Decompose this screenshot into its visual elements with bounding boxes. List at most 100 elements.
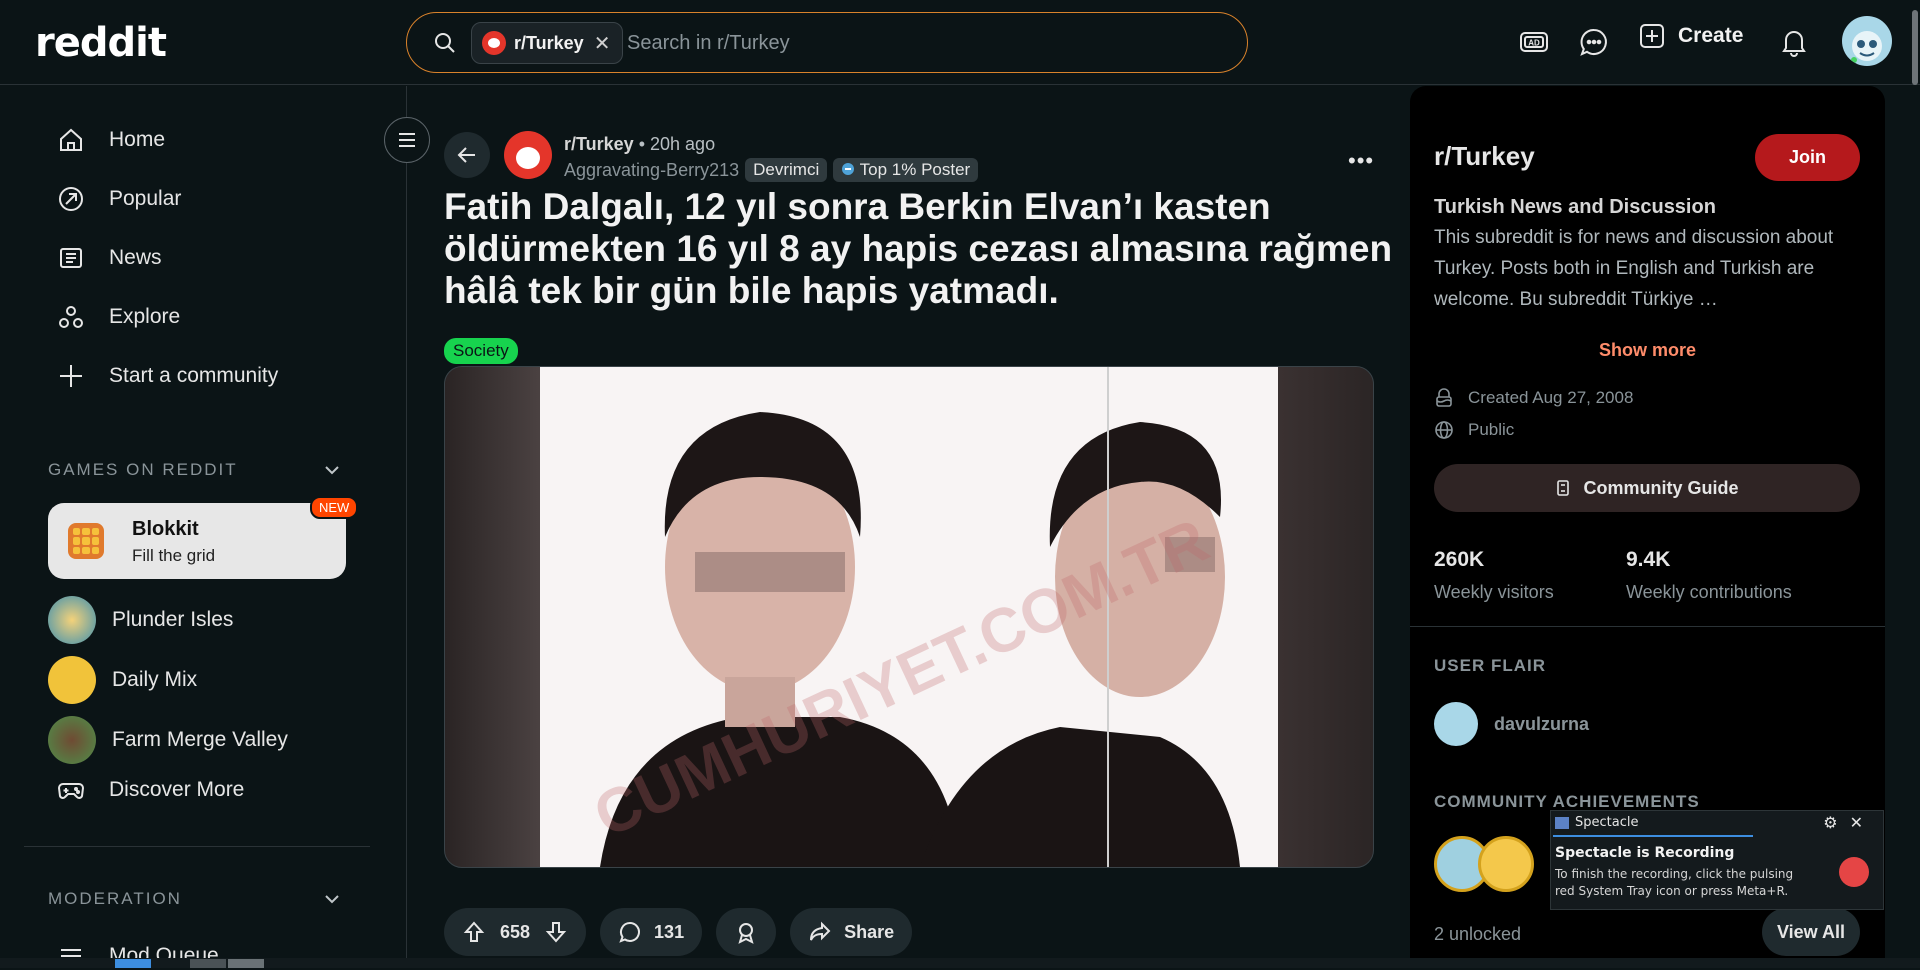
game-label: Daily Mix [112, 668, 198, 691]
search-chip-label: r/Turkey [514, 32, 584, 53]
popular-icon [59, 187, 83, 211]
post-options-button[interactable]: ••• [1348, 148, 1374, 174]
spectacle-app-label: Spectacle [1555, 815, 1638, 830]
advertise-icon[interactable]: AD [1518, 26, 1550, 58]
post-title: Fatih Dalgalı, 12 yıl sonra Berkin Elvan… [444, 186, 1393, 311]
game-subtitle: Fill the grid [132, 546, 216, 565]
post-action-bar: 658 131 Share [444, 908, 913, 956]
user-flair-avatar [1434, 702, 1478, 746]
gamepad-icon [57, 783, 85, 799]
game-daily-mix[interactable]: Daily Mix [48, 656, 197, 704]
game-plunder-isles[interactable]: Plunder Isles [48, 596, 233, 644]
reddit-logo[interactable]: reddit [35, 20, 167, 66]
blokkit-icon [68, 523, 104, 559]
post-time: 20h ago [650, 134, 716, 154]
comment-count: 131 [654, 921, 685, 942]
avatar-snoo-icon [1851, 31, 1882, 63]
community-name[interactable]: r/Turkey [1434, 141, 1535, 172]
recording-indicator-icon[interactable] [1839, 857, 1869, 887]
award-button[interactable] [716, 908, 777, 956]
achievements-heading: COMMUNITY ACHIEVEMENTS [1434, 792, 1700, 811]
games-section-heading[interactable]: GAMES ON REDDIT [48, 460, 238, 480]
game-blokkit[interactable]: Blokkit Fill the grid [48, 503, 346, 579]
cake-icon [1436, 388, 1452, 407]
sidebar-divider [1410, 626, 1885, 627]
achievements-unlocked: 2 unlocked [1434, 924, 1522, 944]
taskbar-item[interactable] [228, 959, 264, 968]
post-image-container[interactable]: CUMHURIYET.COM.TR [444, 366, 1374, 868]
nav-label: News [109, 246, 162, 269]
notification-controls[interactable]: ⚙✕ [1823, 813, 1875, 832]
nav-label: Popular [109, 187, 182, 210]
share-label: Share [844, 921, 895, 942]
explore-icon [59, 306, 83, 328]
user-flair-heading: USER FLAIR [1434, 656, 1546, 675]
close-icon[interactable]: ✕ [594, 31, 611, 56]
subreddit-icon [482, 31, 506, 55]
farm-merge-valley-icon [48, 716, 96, 764]
downvote-icon[interactable] [544, 920, 568, 944]
search-input[interactable]: Search in r/Turkey [627, 32, 790, 55]
plunder-isles-icon [48, 596, 96, 644]
community-visibility: Public [1434, 420, 1514, 440]
chevron-down-icon[interactable] [322, 889, 342, 909]
upvote-icon[interactable] [462, 920, 486, 944]
page-scrollbar[interactable] [1912, 10, 1918, 85]
show-more-button[interactable]: Show more [1410, 340, 1885, 361]
nav-label: Explore [109, 305, 181, 328]
taskbar-item[interactable] [115, 959, 151, 968]
game-label: Farm Merge Valley [112, 728, 288, 751]
community-subtitle: Turkish News and Discussion [1434, 196, 1716, 218]
share-icon [810, 921, 831, 941]
spectacle-title: Spectacle is Recording [1555, 845, 1735, 861]
sidebar-collapse-button[interactable] [384, 117, 430, 163]
chat-icon[interactable] [1578, 26, 1610, 58]
stat-weekly-contributions: 9.4K Weekly contributions [1626, 548, 1792, 602]
post-author-link[interactable]: Aggravating-Berry213 [564, 160, 739, 181]
achievement-icons[interactable] [1434, 836, 1534, 892]
nav-news[interactable]: News [57, 244, 162, 272]
top-poster-icon [842, 163, 855, 175]
vote-count: 658 [500, 921, 531, 942]
chevron-down-icon[interactable] [322, 460, 342, 480]
user-avatar[interactable] [1842, 16, 1892, 66]
join-button[interactable]: Join [1755, 134, 1860, 181]
subreddit-icon[interactable] [504, 131, 552, 179]
taskbar-item[interactable] [190, 959, 226, 968]
post-image: CUMHURIYET.COM.TR [540, 367, 1278, 867]
post-meta: r/Turkey • 20h ago [564, 134, 716, 154]
search-icon [435, 33, 455, 53]
community-guide-button[interactable]: Community Guide [1434, 464, 1860, 512]
nav-label: Start a community [109, 364, 279, 387]
search-subreddit-chip[interactable]: r/Turkey ✕ [471, 22, 624, 64]
left-sidebar: Home Popular News Explore Start a commun… [0, 86, 407, 968]
back-button[interactable] [444, 132, 490, 178]
post-subreddit-link[interactable]: r/Turkey [564, 134, 634, 154]
comments-button[interactable]: 131 [600, 908, 703, 956]
game-farm-merge-valley[interactable]: Farm Merge Valley [48, 716, 288, 764]
view-all-button[interactable]: View All [1762, 908, 1860, 956]
nav-explore[interactable]: Explore [57, 303, 180, 331]
nav-home[interactable]: Home [57, 126, 165, 154]
share-button[interactable]: Share [790, 908, 913, 956]
create-button[interactable]: Create [1638, 22, 1743, 50]
spectacle-notification[interactable]: Spectacle ⚙✕ Spectacle is Recording To f… [1550, 810, 1884, 910]
discover-more[interactable]: Discover More [57, 776, 244, 804]
nav-popular[interactable]: Popular [57, 185, 181, 213]
create-label: Create [1678, 24, 1744, 47]
new-badge: NEW [310, 496, 359, 519]
search-bar[interactable]: r/Turkey ✕ Search in r/Turkey [406, 12, 1248, 73]
sidebar-divider [24, 846, 370, 847]
moderation-section-heading[interactable]: MODERATION [48, 889, 182, 909]
top-poster-badge: Top 1% Poster [833, 158, 979, 182]
nav-start-community[interactable]: Start a community [57, 362, 278, 390]
stat-weekly-visitors: 260K Weekly visitors [1434, 548, 1554, 602]
user-flair-row[interactable]: davulzurna [1434, 702, 1589, 746]
plus-square-icon [1640, 24, 1664, 48]
guide-book-icon [1557, 480, 1570, 496]
notification-bell-icon[interactable] [1778, 26, 1810, 58]
top-bar: reddit r/Turkey ✕ Search in r/Turkey AD … [0, 0, 1920, 85]
game-name: Blokkit [132, 518, 199, 540]
post-flair-tag[interactable]: Society [444, 338, 518, 364]
community-description: This subreddit is for news and discussio… [1434, 227, 1834, 310]
